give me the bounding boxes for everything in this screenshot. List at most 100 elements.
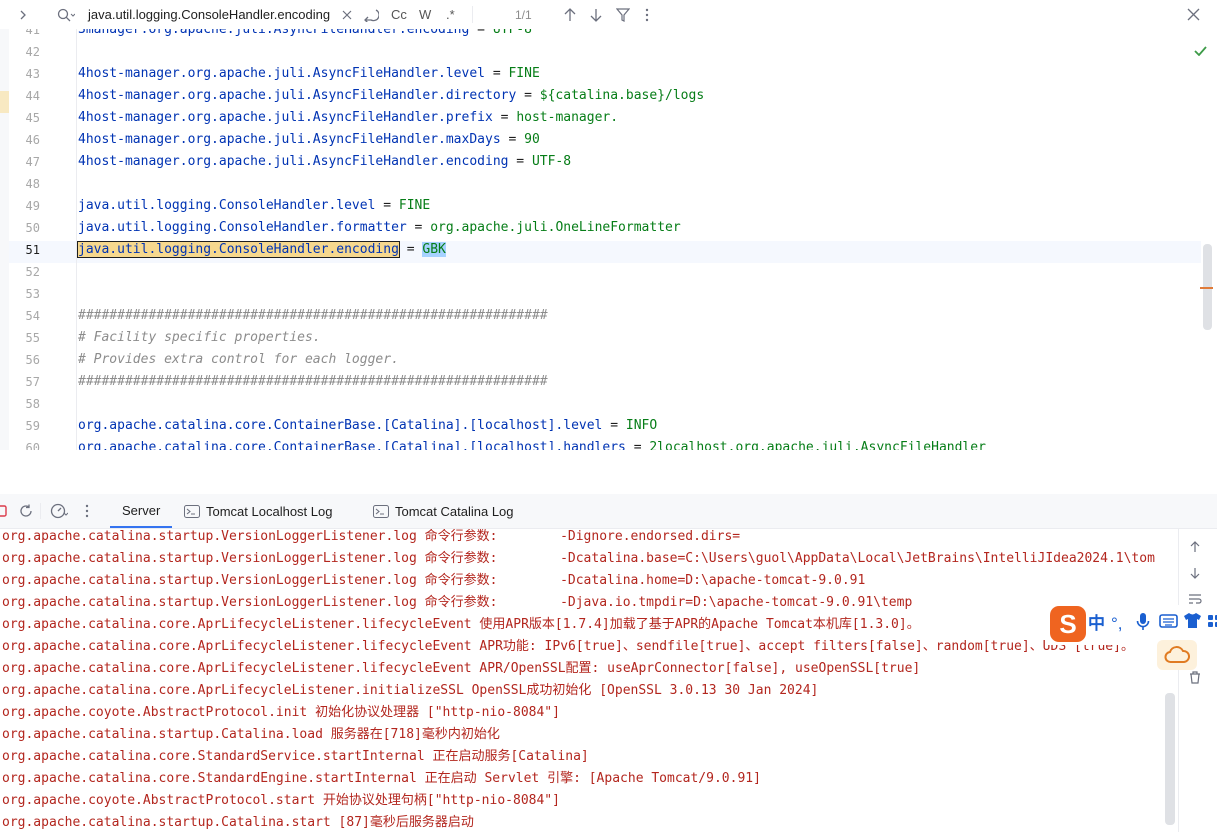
line-number[interactable]: 45: [10, 107, 40, 129]
scroll-up-button[interactable]: [1186, 538, 1204, 556]
console-log-line: org.apache.catalina.core.StandardService…: [2, 749, 589, 764]
property-line: org.apache.catalina.core.ContainerBase.[…: [78, 437, 986, 450]
property-value: 2localhost.org.apache.juli.AsyncFileHand…: [649, 440, 986, 450]
property-value: 90: [524, 132, 540, 147]
assignment-operator: =: [406, 220, 431, 235]
assignment-operator: =: [500, 132, 525, 147]
comment-text: ########################################…: [78, 374, 548, 389]
line-number[interactable]: 47: [10, 151, 40, 173]
property-line: java.util.logging.ConsoleHandler.formatt…: [78, 217, 681, 239]
line-number[interactable]: 50: [10, 217, 40, 239]
tab-server[interactable]: Server: [110, 494, 173, 528]
line-number[interactable]: 58: [10, 393, 40, 415]
property-value: FINE: [398, 198, 431, 213]
ime-logo[interactable]: S: [1050, 606, 1086, 642]
property-line: java.util.logging.ConsoleHandler.level =…: [78, 195, 430, 217]
comment-text: # Facility specific properties.: [78, 330, 321, 345]
property-key: java.util.logging.ConsoleHandler.formatt…: [78, 220, 407, 235]
more-options-button[interactable]: [84, 494, 90, 528]
assignment-operator: =: [508, 154, 532, 169]
rerun-button[interactable]: [19, 494, 33, 528]
regex-button[interactable]: .*: [446, 0, 455, 29]
console-log-line: org.apache.catalina.startup.VersionLogge…: [2, 573, 866, 588]
refresh-icon: [20, 504, 32, 517]
console-log-line: org.apache.catalina.core.AprLifecycleLis…: [2, 617, 920, 632]
pane-splitter[interactable]: [0, 450, 1217, 494]
divider: [40, 503, 41, 519]
filter-button[interactable]: [616, 0, 630, 29]
new-line-button[interactable]: [363, 0, 379, 29]
property-line: 4host-manager.org.apache.juli.AsyncFileH…: [78, 85, 704, 107]
line-number[interactable]: 59: [10, 415, 40, 437]
ime-skin-button[interactable]: [1183, 612, 1202, 636]
return-arrow-icon: [364, 8, 379, 22]
scroll-down-button[interactable]: [1186, 564, 1204, 582]
code-editor[interactable]: 41 3manager.org.apache.juli.AsyncFileHand…: [0, 29, 1217, 450]
line-number[interactable]: 52: [10, 261, 40, 283]
next-occurrence-button[interactable]: [589, 0, 603, 29]
clear-all-button[interactable]: [1186, 668, 1204, 686]
tab-tomcat-localhost-log[interactable]: Tomcat Localhost Log: [184, 494, 332, 528]
tab-label: Server: [122, 502, 161, 518]
ime-toolbox-button[interactable]: [1207, 612, 1217, 636]
search-match-highlight: java.util.logging.ConsoleHandler.encodin…: [77, 241, 400, 258]
scrollbar-occurrence-marker[interactable]: [1200, 287, 1213, 289]
console-log-line: org.apache.catalina.core.AprLifecycleLis…: [2, 661, 921, 676]
line-number[interactable]: 55: [10, 327, 40, 349]
line-number[interactable]: 54: [10, 305, 40, 327]
close-icon: [342, 10, 352, 19]
property-line: 4host-manager.org.apache.juli.AsyncFileH…: [78, 151, 571, 173]
words-button[interactable]: W: [419, 0, 431, 29]
assignment-operator: =: [485, 66, 509, 81]
line-number[interactable]: 51: [10, 239, 40, 261]
property-line: 4host-manager.org.apache.juli.AsyncFileH…: [78, 107, 618, 129]
property-key: 4host-manager.org.apache.juli.AsyncFileH…: [78, 110, 493, 125]
grid-icon: [1208, 615, 1217, 627]
line-number[interactable]: 42: [10, 41, 40, 63]
ime-cloud-button[interactable]: [1157, 640, 1197, 670]
search-history-button[interactable]: [57, 0, 75, 29]
console-log-line: org.apache.catalina.startup.Catalina.sta…: [2, 815, 474, 830]
comment-text: # Provides extra control for each logger…: [78, 352, 399, 367]
cloud-icon: [1164, 646, 1190, 663]
line-number[interactable]: 41: [10, 29, 40, 41]
close-find-bar-button[interactable]: [1187, 0, 1200, 29]
ime-keyboard-button[interactable]: [1159, 612, 1178, 636]
line-number[interactable]: 53: [10, 283, 40, 305]
ime-language-toggle[interactable]: 中: [1088, 612, 1105, 636]
console-scrollbar[interactable]: [1165, 693, 1175, 825]
line-number[interactable]: 48: [10, 173, 40, 195]
filter-icon: [616, 7, 630, 22]
match-count: 1/1: [515, 7, 532, 22]
console-output[interactable]: org.apache.catalina.startup.VersionLogge…: [0, 529, 1177, 832]
line-number[interactable]: 46: [10, 129, 40, 151]
search-input[interactable]: java.util.logging.ConsoleHandler.encodin…: [88, 0, 340, 29]
line-number[interactable]: 44: [10, 85, 40, 107]
ime-punctuation-toggle[interactable]: °,: [1111, 612, 1123, 636]
shirt-icon: [1184, 613, 1201, 628]
wrap-icon: [1189, 594, 1202, 604]
console-log-line: org.apache.coyote.AbstractProtocol.init …: [2, 705, 560, 720]
stop-icon: [0, 505, 7, 517]
comment-line: ########################################…: [78, 371, 548, 393]
line-number[interactable]: 49: [10, 195, 40, 217]
close-icon: [1187, 8, 1200, 21]
inspection-status[interactable]: [1194, 41, 1207, 60]
previous-occurrence-button[interactable]: [563, 0, 577, 29]
line-number[interactable]: 56: [10, 349, 40, 371]
match-case-button[interactable]: Cc: [391, 0, 407, 29]
line-number[interactable]: 60: [10, 437, 40, 450]
dashboard-button[interactable]: [50, 494, 68, 528]
ime-voice-button[interactable]: [1136, 612, 1150, 636]
property-value: host-manager.: [516, 110, 619, 125]
assignment-operator: =: [398, 242, 423, 257]
tab-tomcat-catalina-log[interactable]: Tomcat Catalina Log: [373, 494, 514, 528]
expand-replace-button[interactable]: [18, 0, 28, 29]
more-options-button[interactable]: [644, 0, 650, 29]
line-number[interactable]: 43: [10, 63, 40, 85]
line-number[interactable]: 57: [10, 371, 40, 393]
clear-search-button[interactable]: [342, 0, 352, 29]
comment-line: # Provides extra control for each logger…: [78, 349, 399, 371]
comment-line: # Facility specific properties.: [78, 327, 321, 349]
stop-button[interactable]: [0, 494, 8, 528]
